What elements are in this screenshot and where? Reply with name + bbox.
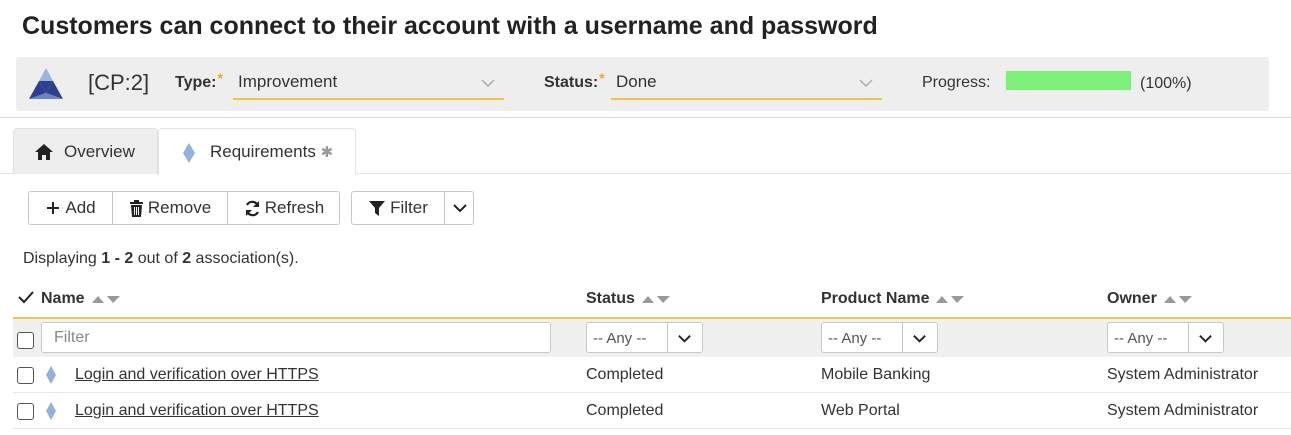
capability-logo-icon — [29, 68, 63, 99]
progress-fill — [1006, 71, 1131, 90]
chevron-down-icon — [481, 79, 495, 88]
type-value: Improvement — [238, 72, 338, 91]
page-title: Customers can connect to their account w… — [22, 12, 878, 40]
column-header-status[interactable]: Status — [586, 290, 671, 308]
progress-bar — [1006, 71, 1131, 90]
sort-arrows-icon[interactable] — [935, 294, 965, 304]
add-button[interactable]: Add — [29, 192, 112, 224]
home-icon — [35, 144, 53, 160]
owner-filter-select[interactable]: -- Any -- — [1107, 322, 1224, 353]
column-header-product-name[interactable]: Product Name — [821, 290, 965, 308]
table-row: Login and verification over HTTPS Comple… — [13, 393, 1291, 429]
required-marker: * — [599, 70, 605, 86]
row-checkbox[interactable] — [17, 403, 34, 420]
requirement-diamond-icon — [46, 366, 56, 384]
requirement-name-link[interactable]: Login and verification over HTTPS — [75, 402, 319, 420]
artifact-token: [CP:2] — [88, 70, 150, 95]
chevron-down-icon — [452, 204, 467, 213]
chevron-down-icon — [678, 335, 691, 343]
product-name: Mobile Banking — [821, 366, 931, 383]
requirement-diamond-icon — [46, 402, 56, 420]
plus-icon — [47, 202, 60, 214]
owner-name: System Administrator — [1107, 366, 1259, 383]
unsaved-marker: ✱ — [320, 144, 334, 161]
tab-requirements[interactable]: Requirements ✱ — [158, 128, 356, 175]
filter-button[interactable]: Filter — [352, 192, 444, 224]
filter-row: Filter -- Any -- -- Any -- -- Any -- — [13, 319, 1291, 357]
progress-label: Progress: — [922, 74, 991, 91]
tab-overview[interactable]: Overview — [13, 128, 158, 174]
column-header-owner[interactable]: Owner — [1107, 290, 1193, 308]
type-label: Type:* — [175, 70, 223, 91]
name-filter-input[interactable]: Filter — [41, 322, 551, 353]
name-filter-placeholder: Filter — [54, 329, 90, 346]
tab-overview-label: Overview — [64, 142, 135, 161]
refresh-icon — [245, 200, 259, 216]
select-all-check-icon[interactable] — [18, 290, 34, 304]
requirement-name-link[interactable]: Login and verification over HTTPS — [75, 366, 319, 384]
select-all-checkbox[interactable] — [17, 332, 34, 349]
sort-arrows-icon[interactable] — [641, 294, 671, 304]
product-name: Web Portal — [821, 402, 900, 419]
chevron-down-icon — [913, 335, 926, 343]
status-value: Done — [616, 72, 657, 91]
required-marker: * — [217, 70, 223, 86]
type-select[interactable]: Improvement — [233, 68, 504, 100]
tab-requirements-label: Requirements ✱ — [210, 142, 334, 161]
status-label: Status:* — [544, 70, 605, 91]
filter-icon — [369, 200, 386, 216]
status-select[interactable]: Done — [611, 68, 882, 100]
product-filter-select[interactable]: -- Any -- — [821, 322, 938, 353]
chevron-down-icon — [1199, 335, 1212, 343]
header-divider — [0, 117, 1291, 118]
owner-name: System Administrator — [1107, 402, 1259, 419]
sort-arrows-icon[interactable] — [1163, 294, 1193, 304]
table-row: Login and verification over HTTPS Comple… — [13, 357, 1291, 393]
filter-toolbar: Filter — [351, 191, 474, 225]
progress-percent: (100%) — [1140, 75, 1192, 92]
action-toolbar: Add Remove Refresh — [28, 191, 340, 225]
requirement-status: Completed — [586, 402, 664, 419]
results-summary: Displaying 1 - 2 out of 2 association(s)… — [23, 250, 299, 267]
diamond-icon — [183, 143, 195, 163]
status-filter-select[interactable]: -- Any -- — [586, 322, 703, 353]
filter-dropdown-button[interactable] — [445, 192, 474, 224]
row-checkbox[interactable] — [17, 367, 34, 384]
remove-button[interactable]: Remove — [113, 192, 227, 224]
refresh-button[interactable]: Refresh — [228, 192, 340, 224]
column-header-name[interactable]: Name — [41, 290, 121, 308]
chevron-down-icon — [859, 79, 873, 88]
sort-arrows-icon[interactable] — [91, 294, 121, 304]
requirement-status: Completed — [586, 366, 664, 383]
trash-icon — [129, 199, 143, 217]
artifact-header: [CP:2] Type:* Improvement Status:* Done … — [16, 57, 1269, 111]
